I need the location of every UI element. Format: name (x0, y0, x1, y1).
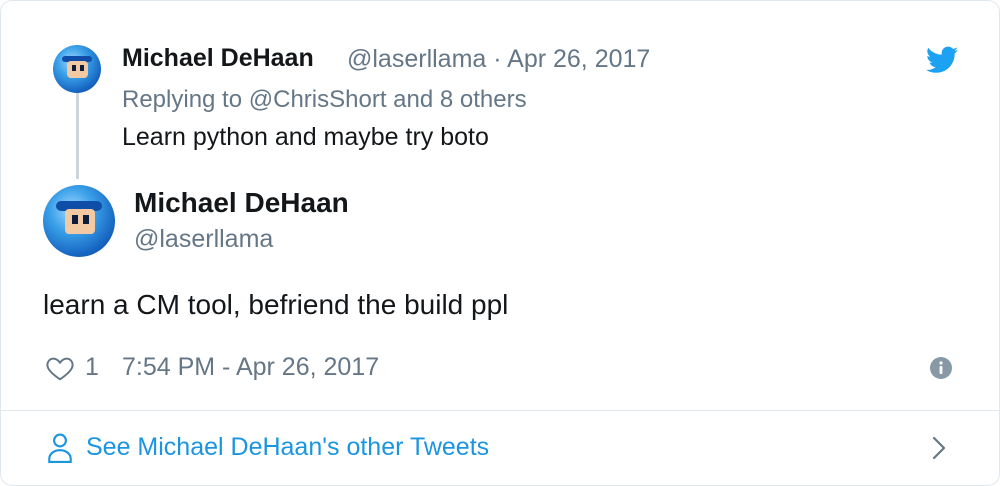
footer-see-more[interactable]: See Michael DeHaan's other Tweets (1, 411, 999, 485)
replying-user-link[interactable]: @ChrisShort (249, 86, 387, 113)
replying-suffix[interactable]: and 8 others (393, 86, 526, 113)
thread-line (76, 93, 79, 179)
twitter-bird-icon[interactable] (926, 46, 958, 74)
reply-text: Learn python and maybe try boto (122, 123, 489, 151)
author-handle[interactable]: @laserllama (134, 225, 273, 254)
chevron-right-icon[interactable] (929, 435, 949, 461)
replying-prefix: Replying to (122, 86, 243, 113)
author-avatar[interactable] (43, 185, 115, 257)
heart-icon[interactable] (45, 353, 75, 383)
reply-avatar[interactable] (53, 45, 101, 93)
tweet-text: learn a CM tool, befriend the build ppl (43, 289, 509, 320)
person-icon (48, 433, 72, 463)
tweet-timestamp[interactable]: 7:54 PM - Apr 26, 2017 (122, 353, 379, 382)
reply-meta[interactable]: @laserllama · Apr 26, 2017 (347, 45, 650, 74)
info-icon[interactable] (929, 356, 953, 380)
reply-author-name[interactable]: Michael DeHaan (122, 44, 314, 73)
embedded-tweet-card: Michael DeHaan @laserllama · Apr 26, 201… (0, 0, 1000, 486)
replying-to: Replying to @ChrisShort and 8 others (122, 86, 527, 114)
like-count[interactable]: 1 (85, 353, 99, 382)
author-name[interactable]: Michael DeHaan (134, 187, 349, 219)
see-other-tweets-link[interactable]: See Michael DeHaan's other Tweets (86, 433, 489, 462)
